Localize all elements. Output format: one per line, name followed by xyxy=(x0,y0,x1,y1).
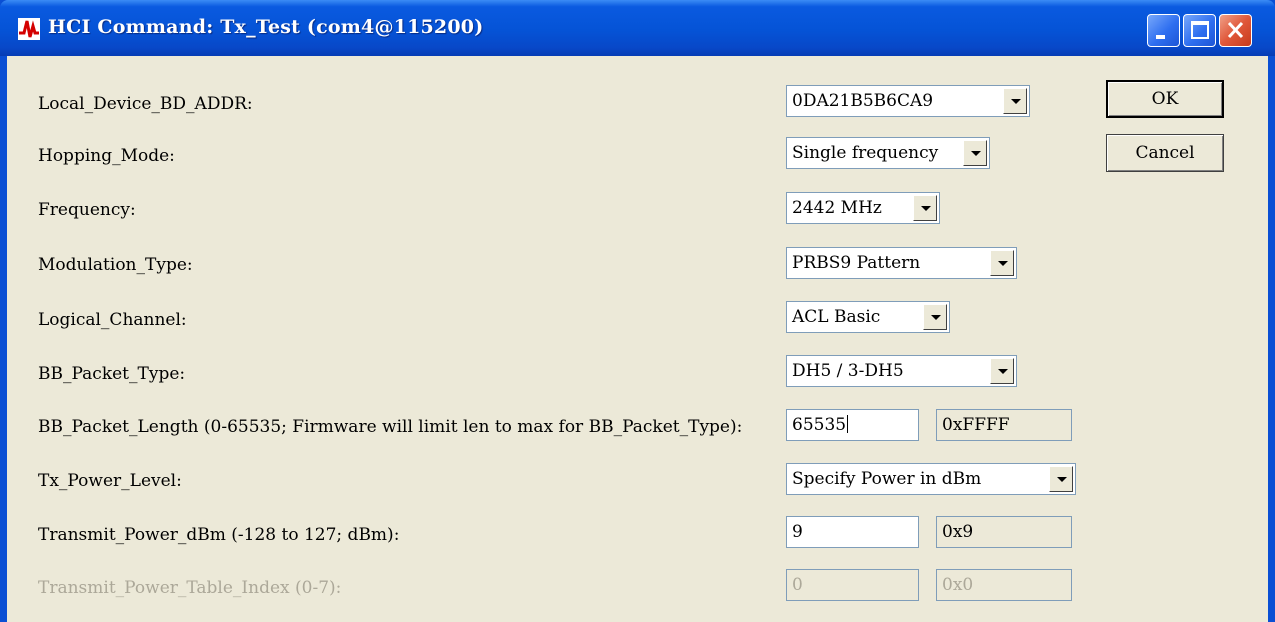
transmit-power-dbm-hex-value: 0x9 xyxy=(942,522,974,542)
text-caret xyxy=(847,415,849,433)
dialog-window: HCI Command: Tx_Test (com4@115200) Local… xyxy=(0,0,1275,622)
maximize-icon xyxy=(1191,21,1209,39)
dropdown-arrow-icon[interactable] xyxy=(1003,88,1027,114)
maximize-button[interactable] xyxy=(1183,14,1216,47)
tx-power-level-value: Specify Power in dBm xyxy=(792,469,982,489)
transmit-power-dbm-input[interactable]: 9 xyxy=(786,516,919,548)
bb-packet-type-combo[interactable]: DH5 / 3-DH5 xyxy=(786,355,1017,387)
transmit-power-table-index-hex-value: 0x0 xyxy=(942,575,974,595)
dropdown-arrow-icon[interactable] xyxy=(990,358,1014,384)
ok-button[interactable]: OK xyxy=(1106,80,1224,118)
transmit-power-dbm-hex: 0x9 xyxy=(936,516,1072,548)
tx-power-level-combo[interactable]: Specify Power in dBm xyxy=(786,463,1076,495)
transmit-power-dbm-value: 9 xyxy=(792,522,803,542)
waveform-app-icon xyxy=(18,18,40,40)
local-device-bd-addr-combo[interactable]: 0DA21B5B6CA9 xyxy=(786,85,1030,117)
bb-packet-length-input[interactable]: 65535 xyxy=(786,409,919,441)
logical-channel-combo[interactable]: ACL Basic xyxy=(786,301,950,333)
bb-packet-type-label: BB_Packet_Type: xyxy=(38,364,186,384)
bb-packet-length-hex: 0xFFFF xyxy=(936,409,1072,441)
minimize-button[interactable] xyxy=(1147,14,1180,47)
tx-power-level-label: Tx_Power_Level: xyxy=(38,471,182,491)
local-device-bd-addr-label: Local_Device_BD_ADDR: xyxy=(38,94,253,114)
dialog-body: Local_Device_BD_ADDR: 0DA21B5B6CA9 Hoppi… xyxy=(4,56,1271,622)
window-title: HCI Command: Tx_Test (com4@115200) xyxy=(48,16,484,38)
dropdown-arrow-icon[interactable] xyxy=(923,304,947,330)
hopping-mode-combo[interactable]: Single frequency xyxy=(786,137,990,169)
transmit-power-table-index-value: 0 xyxy=(792,575,803,595)
hopping-mode-value: Single frequency xyxy=(792,143,939,163)
dropdown-arrow-icon[interactable] xyxy=(1049,466,1073,492)
local-device-bd-addr-value: 0DA21B5B6CA9 xyxy=(792,91,934,111)
bb-packet-length-value: 65535 xyxy=(792,415,847,435)
title-bar[interactable]: HCI Command: Tx_Test (com4@115200) xyxy=(0,0,1275,56)
logical-channel-value: ACL Basic xyxy=(792,307,881,327)
frequency-value: 2442 MHz xyxy=(792,198,882,218)
transmit-power-dbm-label: Transmit_Power_dBm (-128 to 127; dBm): xyxy=(38,525,400,545)
modulation-type-value: PRBS9 Pattern xyxy=(792,253,921,273)
minimize-icon xyxy=(1156,35,1165,39)
logical-channel-label: Logical_Channel: xyxy=(38,310,187,330)
bb-packet-length-label: BB_Packet_Length (0-65535; Firmware will… xyxy=(38,417,743,437)
close-button[interactable] xyxy=(1219,14,1252,47)
dropdown-arrow-icon[interactable] xyxy=(963,140,987,166)
modulation-type-combo[interactable]: PRBS9 Pattern xyxy=(786,247,1017,279)
frequency-label: Frequency: xyxy=(38,200,136,220)
frequency-combo[interactable]: 2442 MHz xyxy=(786,192,940,224)
bb-packet-type-value: DH5 / 3-DH5 xyxy=(792,361,904,381)
transmit-power-table-index-hex: 0x0 xyxy=(936,569,1072,601)
close-icon xyxy=(1227,21,1244,39)
dropdown-arrow-icon[interactable] xyxy=(913,195,937,221)
transmit-power-table-index-input: 0 xyxy=(786,569,919,601)
modulation-type-label: Modulation_Type: xyxy=(38,255,193,275)
cancel-button[interactable]: Cancel xyxy=(1106,134,1224,172)
bb-packet-length-hex-value: 0xFFFF xyxy=(942,415,1010,435)
dropdown-arrow-icon[interactable] xyxy=(990,250,1014,276)
hopping-mode-label: Hopping_Mode: xyxy=(38,146,175,166)
transmit-power-table-index-label: Transmit_Power_Table_Index (0-7): xyxy=(38,578,342,598)
